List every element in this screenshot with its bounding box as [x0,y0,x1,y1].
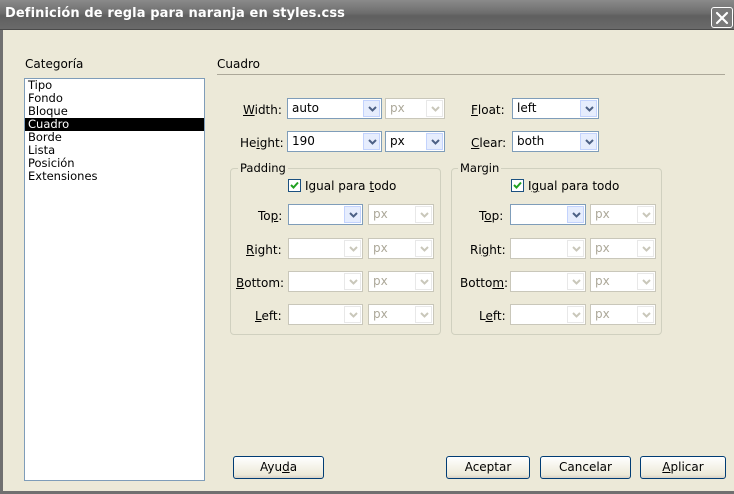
close-icon [715,11,729,25]
width-value: auto [292,101,320,115]
margin-right-unit-select[interactable]: px [590,238,656,259]
height-value: 190 [292,134,315,148]
apply-button[interactable]: Aplicar [640,456,726,479]
margin-right-select[interactable] [510,238,586,259]
checkmark-icon [290,181,299,189]
padding-bottom-label: Bottom: [236,276,285,290]
height-unit-select[interactable]: px [385,131,445,152]
width-select[interactable]: auto [287,98,382,119]
chevron-down-icon [567,306,584,323]
chevron-down-icon [344,306,361,323]
chevron-down-icon [567,206,584,223]
chevron-down-icon [637,273,654,290]
chevron-down-icon [580,133,597,150]
category-heading: Categoría [25,57,84,71]
padding-bottom-unit-select[interactable]: px [368,271,434,292]
chevron-down-icon [637,306,654,323]
chevron-down-icon [363,133,380,150]
chevron-down-icon [415,306,432,323]
padding-legend: Padding [238,161,288,175]
padding-right-label: Right: [246,243,282,257]
cancel-button[interactable]: Cancelar [540,456,631,479]
float-label: Float: [471,103,505,117]
chevron-down-icon [415,273,432,290]
chevron-down-icon [415,206,432,223]
clear-value: both [517,134,545,148]
padding-same-checkbox[interactable] [288,179,301,192]
section-title: Cuadro [217,57,260,71]
chevron-down-icon [580,100,597,117]
padding-right-unit-select[interactable]: px [368,238,434,259]
help-button[interactable]: Ayuda [233,456,324,479]
margin-left-unit-select[interactable]: px [590,304,656,325]
padding-bottom-select[interactable] [288,271,363,292]
margin-right-label: Right: [470,243,506,257]
padding-top-label: Top: [258,209,283,223]
margin-left-select[interactable] [510,304,586,325]
chevron-down-icon [637,240,654,257]
chevron-down-icon [567,273,584,290]
chevron-down-icon [426,100,443,117]
margin-bottom-select[interactable] [510,271,586,292]
chevron-down-icon [415,240,432,257]
margin-legend: Margin [458,161,502,175]
padding-left-select[interactable] [288,304,363,325]
margin-top-label: Top: [479,209,504,223]
chevron-down-icon [567,240,584,257]
margin-bottom-unit-select[interactable]: px [590,271,656,292]
margin-same-label: Igual para todo [528,179,620,193]
margin-bottom-label: Bottom: [460,276,509,290]
chevron-down-icon [426,133,443,150]
category-list[interactable]: Tipo Fondo Bloque Cuadro Borde Lista Pos… [24,78,205,481]
float-select[interactable]: left [512,98,599,119]
clear-label: Clear: [471,136,507,150]
margin-top-unit-select[interactable]: px [590,204,656,225]
width-unit-value: px [390,101,405,115]
padding-same-label: Igual para todo [305,179,397,193]
float-value: left [517,101,537,115]
padding-right-select[interactable] [288,238,363,259]
chevron-down-icon [637,206,654,223]
close-button[interactable] [711,7,733,28]
width-label: Width: [243,103,282,117]
clear-select[interactable]: both [512,131,599,152]
category-item-extensiones[interactable]: Extensiones [25,170,204,183]
section-divider [217,74,725,75]
title-bar: Definición de regla para naranja en styl… [0,0,734,30]
height-label: Height: [240,136,284,150]
margin-top-select[interactable] [510,204,586,225]
width-unit-select[interactable]: px [385,98,445,119]
chevron-down-icon [344,273,361,290]
padding-top-select[interactable] [288,204,363,225]
padding-left-unit-select[interactable]: px [368,304,434,325]
checkmark-icon [513,181,522,189]
window-title: Definición de regla para naranja en styl… [5,6,346,21]
height-unit-value: px [390,134,405,148]
chevron-down-icon [344,240,361,257]
chevron-down-icon [363,100,380,117]
margin-left-label: Left: [479,309,506,323]
chevron-down-icon [344,206,361,223]
padding-top-unit-select[interactable]: px [368,204,434,225]
accept-button[interactable]: Aceptar [446,456,530,479]
height-select[interactable]: 190 [287,131,382,152]
padding-left-label: Left: [255,309,282,323]
margin-same-checkbox[interactable] [511,179,524,192]
